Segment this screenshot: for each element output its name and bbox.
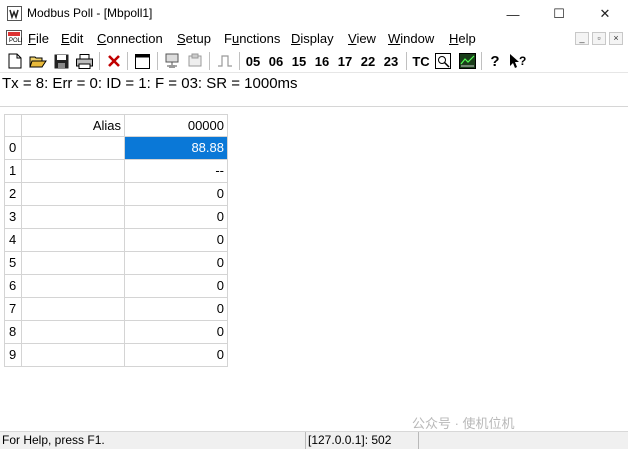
panel-divider xyxy=(0,106,628,107)
alias-cell[interactable] xyxy=(22,160,125,183)
value-cell[interactable]: 0 xyxy=(125,321,228,344)
value-cell[interactable]: -- xyxy=(125,160,228,183)
mdi-minimize-button[interactable]: _ xyxy=(575,32,589,45)
value-cell[interactable]: 0 xyxy=(125,344,228,367)
column-header-address[interactable]: 00000 xyxy=(125,114,228,137)
alias-cell[interactable] xyxy=(22,298,125,321)
row-header[interactable]: 9 xyxy=(4,344,22,367)
value-cell[interactable]: 0 xyxy=(125,252,228,275)
minimize-icon: — xyxy=(506,6,520,22)
function-23-button[interactable]: 23 xyxy=(381,51,401,71)
alias-cell[interactable] xyxy=(22,137,125,160)
alias-cell[interactable] xyxy=(22,229,125,252)
menu-setup[interactable]: Setup xyxy=(177,31,211,46)
corner-cell[interactable] xyxy=(4,114,22,137)
close-button[interactable]: ✕ xyxy=(582,0,628,28)
toolbar-separator xyxy=(157,52,158,70)
menu-help[interactable]: Help xyxy=(449,31,476,46)
alias-cell[interactable] xyxy=(22,183,125,206)
row-header[interactable]: 0 xyxy=(4,137,22,160)
document-icon[interactable]: POLL xyxy=(6,30,22,45)
pulse-icon[interactable] xyxy=(214,51,236,71)
window-title: Modbus Poll - [Mbpoll1] xyxy=(27,6,153,20)
maximize-button[interactable]: ☐ xyxy=(536,0,582,28)
menu-view[interactable]: View xyxy=(348,31,376,46)
menu-edit[interactable]: Edit xyxy=(61,31,83,46)
toolbar-separator xyxy=(209,52,210,70)
title-bar: Modbus Poll - [Mbpoll1] — ☐ ✕ xyxy=(0,0,628,28)
context-help-icon[interactable]: ? xyxy=(507,51,529,71)
menu-connection[interactable]: Connection xyxy=(97,31,163,46)
row-header[interactable]: 5 xyxy=(4,252,22,275)
status-separator xyxy=(418,432,419,449)
app-icon xyxy=(7,6,22,21)
alias-cell[interactable] xyxy=(22,321,125,344)
mdi-restore-button[interactable]: ▫ xyxy=(592,32,606,45)
value-cell[interactable]: 0 xyxy=(125,183,228,206)
toolbar-separator xyxy=(239,52,240,70)
alias-cell[interactable] xyxy=(22,252,125,275)
value-cell[interactable]: 0 xyxy=(125,275,228,298)
help-hint: For Help, press F1. xyxy=(2,433,105,447)
monitor-icon[interactable] xyxy=(433,51,453,71)
function-05-button[interactable]: 05 xyxy=(243,51,263,71)
menu-functions[interactable]: Functions xyxy=(224,31,280,46)
row-header[interactable]: 8 xyxy=(4,321,22,344)
poll-status-line: Tx = 8: Err = 0: ID = 1: F = 03: SR = 10… xyxy=(2,75,298,92)
alias-cell[interactable] xyxy=(22,275,125,298)
delete-icon[interactable] xyxy=(104,51,124,71)
alias-cell[interactable] xyxy=(22,206,125,229)
column-header-alias[interactable]: Alias xyxy=(22,114,125,137)
open-icon[interactable] xyxy=(28,51,48,71)
svg-text:POLL: POLL xyxy=(9,38,22,44)
menu-window[interactable]: Window xyxy=(388,31,434,46)
connection-status: [127.0.0.1]: 502 xyxy=(305,432,391,449)
window-icon[interactable] xyxy=(132,51,152,71)
value-cell[interactable]: 88.88 xyxy=(125,137,228,160)
print-icon[interactable] xyxy=(74,51,94,71)
menu-bar: POLL File Edit Connection Setup Function… xyxy=(0,28,628,48)
disconnect-icon[interactable] xyxy=(185,51,205,71)
menu-display[interactable]: Display xyxy=(291,31,334,46)
close-icon: ✕ xyxy=(599,6,611,21)
row-header[interactable]: 6 xyxy=(4,275,22,298)
help-icon[interactable]: ? xyxy=(486,51,504,71)
toolbar-separator xyxy=(481,52,482,70)
save-icon[interactable] xyxy=(52,51,70,71)
value-cell[interactable]: 0 xyxy=(125,229,228,252)
function-16-button[interactable]: 16 xyxy=(312,51,332,71)
toolbar-separator xyxy=(127,52,128,70)
alias-cell[interactable] xyxy=(22,344,125,367)
chart-icon[interactable] xyxy=(456,51,478,71)
function-17-button[interactable]: 17 xyxy=(335,51,355,71)
connect-icon[interactable] xyxy=(162,51,182,71)
toolbar: 05 06 15 16 17 22 23 TC ? ? xyxy=(0,49,628,73)
status-bar: For Help, press F1. [127.0.0.1]: 502 xyxy=(0,431,628,449)
new-icon[interactable] xyxy=(6,51,24,71)
toolbar-separator xyxy=(99,52,100,70)
watermark: 公众号 · 使机位机 xyxy=(412,416,515,431)
function-22-button[interactable]: 22 xyxy=(358,51,378,71)
menu-file[interactable]: File xyxy=(28,31,49,46)
maximize-icon: ☐ xyxy=(553,6,565,21)
row-header[interactable]: 3 xyxy=(4,206,22,229)
svg-text:?: ? xyxy=(519,54,526,68)
toolbar-separator xyxy=(406,52,407,70)
row-header[interactable]: 2 xyxy=(4,183,22,206)
value-cell[interactable]: 0 xyxy=(125,206,228,229)
row-header[interactable]: 7 xyxy=(4,298,22,321)
row-header[interactable]: 1 xyxy=(4,160,22,183)
value-cell[interactable]: 0 xyxy=(125,298,228,321)
minimize-button[interactable]: — xyxy=(490,0,536,28)
function-06-button[interactable]: 06 xyxy=(266,51,286,71)
mdi-close-button[interactable]: × xyxy=(609,32,623,45)
function-15-button[interactable]: 15 xyxy=(289,51,309,71)
row-header[interactable]: 4 xyxy=(4,229,22,252)
tc-button[interactable]: TC xyxy=(410,51,432,71)
